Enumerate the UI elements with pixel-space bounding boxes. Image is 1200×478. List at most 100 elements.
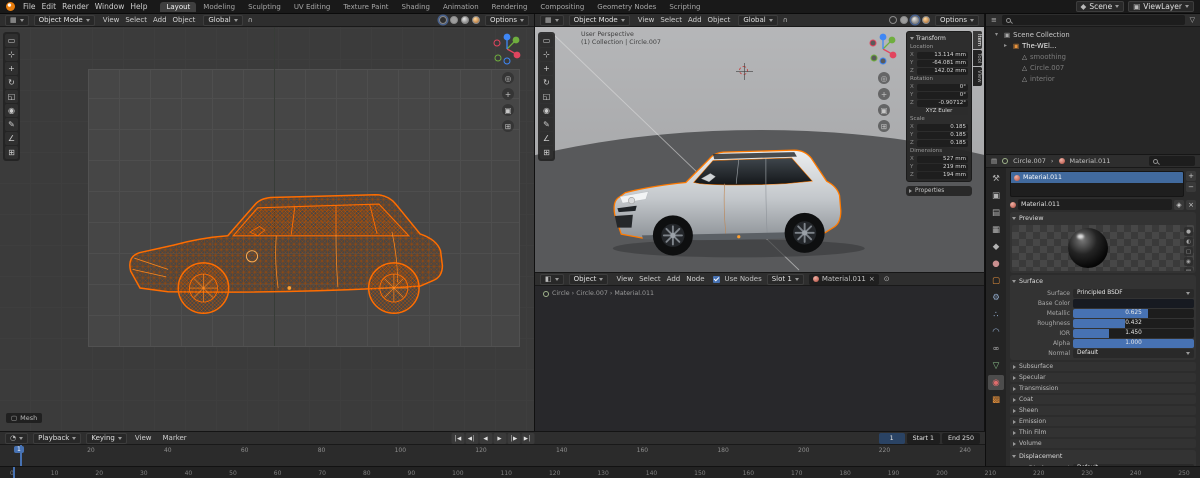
- property-value-widget[interactable]: [1073, 298, 1194, 308]
- properties-tab[interactable]: ∞: [988, 341, 1004, 356]
- sidebar-tab[interactable]: View: [973, 67, 982, 86]
- outliner-row[interactable]: ▸ ▣ The-WEl...: [989, 40, 1197, 51]
- preview-type-button[interactable]: ◉: [1184, 257, 1193, 266]
- bottom-frame-ruler[interactable]: 0 10 20 30 40 50 60 70 80 90 100 110 120 130 140 150 160…: [0, 466, 1200, 478]
- snap-magnet-icon[interactable]: ∩: [248, 16, 253, 24]
- expand-icon[interactable]: ▾: [995, 31, 1001, 38]
- shading-mode-icon[interactable]: [888, 16, 897, 24]
- transform-value-field[interactable]: -0.90712°: [917, 99, 968, 107]
- shader-menu-item[interactable]: Node: [683, 275, 707, 283]
- use-nodes-checkbox[interactable]: [712, 275, 720, 283]
- workspace-tab[interactable]: Rendering: [486, 2, 534, 12]
- collapsed-panel[interactable]: Thin Film: [1010, 428, 1196, 437]
- volume-section[interactable]: Volume: [1010, 439, 1196, 448]
- tool-button[interactable]: ↻: [5, 76, 18, 89]
- tool-button[interactable]: ∠: [5, 132, 18, 145]
- shading-mode-icon[interactable]: [449, 16, 458, 24]
- tool-button[interactable]: ∠: [540, 132, 553, 145]
- tool-button[interactable]: ⊞: [5, 146, 18, 159]
- unlink-icon[interactable]: ×: [869, 275, 875, 283]
- material-slot-list[interactable]: Material.011: [1010, 171, 1184, 197]
- tool-button[interactable]: ↻: [540, 76, 553, 89]
- shading-mode-icon[interactable]: [899, 16, 908, 24]
- viewport-menu-item[interactable]: Select: [657, 16, 685, 24]
- viewport-menu-item[interactable]: Add: [150, 16, 170, 24]
- transform-value-field[interactable]: 0.185: [917, 139, 968, 147]
- topbar-menu-item[interactable]: Render: [59, 2, 92, 11]
- workspace-tab[interactable]: Scripting: [663, 2, 706, 12]
- viewport-shaded[interactable]: ▦ Object Mode View Select Add Object Global…: [535, 14, 985, 272]
- viewport-nav-icon[interactable]: ⊞: [878, 120, 890, 132]
- mode-selector[interactable]: Object Mode: [33, 14, 95, 26]
- topbar-menu-item[interactable]: Window: [92, 2, 128, 11]
- material-slot-selected[interactable]: Material.011: [1011, 172, 1183, 183]
- playback-button[interactable]: ◀│: [465, 433, 478, 444]
- collapsed-panel[interactable]: Sheen: [1010, 406, 1196, 415]
- properties-tab[interactable]: ⚒: [988, 171, 1004, 186]
- transform-panel-header[interactable]: Transform: [910, 34, 968, 43]
- outliner-search-input[interactable]: [1001, 15, 1185, 25]
- preview-type-button[interactable]: ▤: [1184, 267, 1193, 271]
- blender-logo-icon[interactable]: [6, 2, 15, 11]
- topbar-menu-item[interactable]: Edit: [39, 2, 60, 11]
- properties-tab[interactable]: ▩: [988, 392, 1004, 407]
- options-menu[interactable]: Options: [484, 14, 529, 26]
- editor-type-selector[interactable]: ◧: [540, 273, 564, 285]
- current-frame-field[interactable]: 1: [878, 432, 905, 444]
- transform-orientation-selector[interactable]: Global: [203, 14, 243, 26]
- viewport-menu-item[interactable]: Object: [170, 16, 199, 24]
- shading-mode-icon[interactable]: [921, 16, 930, 24]
- viewport-nav-icon[interactable]: ▣: [502, 104, 514, 116]
- tool-button[interactable]: ⊞: [540, 146, 553, 159]
- outliner-editor-icon[interactable]: ≡: [991, 16, 997, 24]
- tool-button[interactable]: +: [540, 62, 553, 75]
- editor-type-selector[interactable]: ▦: [540, 14, 564, 26]
- tool-button[interactable]: ◱: [540, 90, 553, 103]
- playback-menu[interactable]: Playback: [33, 432, 82, 444]
- properties-tab[interactable]: ▤: [988, 205, 1004, 220]
- properties-editor[interactable]: ▤ Circle.007 › Material.011 ⚒ ▣ ▤ ▦ ◆ ● …: [985, 154, 1200, 466]
- viewport-menu-item[interactable]: Add: [685, 16, 705, 24]
- playback-button[interactable]: ◀: [479, 433, 492, 444]
- properties-tab[interactable]: ∴: [988, 307, 1004, 322]
- navigation-gizmo[interactable]: [490, 32, 524, 66]
- viewport-wireframe[interactable]: ▦ Object Mode View Select Add Object Global…: [0, 14, 535, 431]
- transform-value-field[interactable]: 13.114 mm: [917, 51, 968, 59]
- transform-value-field[interactable]: 219 mm: [917, 163, 968, 171]
- snap-magnet-icon[interactable]: ∩: [783, 16, 788, 24]
- shader-type-selector[interactable]: Object: [568, 273, 609, 285]
- slot-selector[interactable]: Slot 1: [766, 273, 804, 285]
- transform-value-field[interactable]: 0.185: [917, 123, 968, 131]
- properties-tab[interactable]: ●: [988, 256, 1004, 271]
- collapsed-panel[interactable]: Transmission: [1010, 384, 1196, 393]
- marker-menu[interactable]: Marker: [159, 434, 189, 442]
- transform-value-field[interactable]: -64.081 mm: [917, 59, 968, 67]
- viewport-menu-item[interactable]: Select: [122, 16, 150, 24]
- transform-value-field[interactable]: 527 mm: [917, 155, 968, 163]
- properties-tab[interactable]: ▽: [988, 358, 1004, 373]
- property-value-widget[interactable]: Default: [1073, 348, 1194, 358]
- filter-icon[interactable]: ▽: [1190, 16, 1195, 24]
- workspace-tab[interactable]: Animation: [437, 2, 485, 12]
- properties-tab[interactable]: ▦: [988, 222, 1004, 237]
- mode-selector[interactable]: Object Mode: [568, 14, 630, 26]
- editor-type-selector[interactable]: ▦: [5, 14, 29, 26]
- preview-type-button[interactable]: ●: [1184, 227, 1193, 236]
- shader-menu-item[interactable]: View: [613, 275, 636, 283]
- transform-value-field[interactable]: 0.185: [917, 131, 968, 139]
- properties-search-input[interactable]: [1149, 156, 1195, 166]
- shader-editor[interactable]: ◧ Object View Select Add Node Use Nodes Slo…: [535, 272, 985, 431]
- workspace-tab[interactable]: Geometry Nodes: [591, 2, 662, 12]
- playback-button[interactable]: ▶│: [521, 433, 534, 444]
- playback-button[interactable]: │▶: [507, 433, 520, 444]
- displacement-section-header[interactable]: Displacement: [1012, 452, 1194, 461]
- workspace-tab[interactable]: Shading: [396, 2, 436, 12]
- shader-menu-item[interactable]: Select: [636, 275, 664, 283]
- sidebar-tab[interactable]: Tool: [973, 50, 982, 67]
- options-menu[interactable]: Options: [934, 14, 979, 26]
- viewport-menu-item[interactable]: View: [635, 16, 658, 24]
- material-datablock-chip[interactable]: Material.011 ×: [808, 273, 879, 285]
- unlink-button[interactable]: ×: [1186, 199, 1196, 210]
- workspace-tab[interactable]: UV Editing: [288, 2, 337, 12]
- outliner-row[interactable]: △ Circle.007: [989, 62, 1197, 73]
